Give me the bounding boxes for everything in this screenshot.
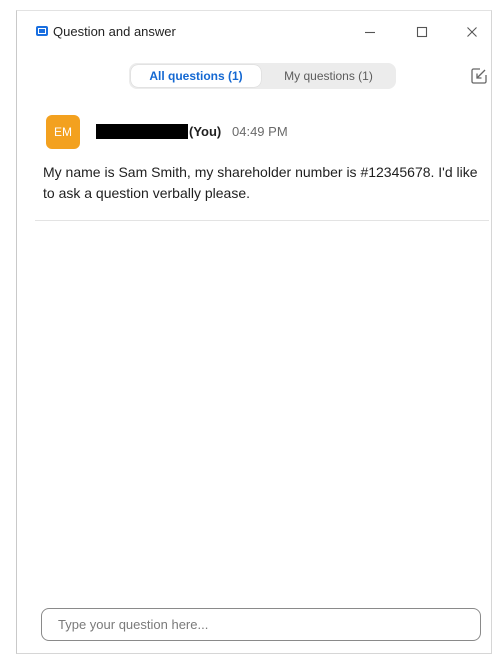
question-text: My name is Sam Smith, my shareholder num… [43,164,478,201]
divider [35,220,489,221]
question-timestamp: 04:49 PM [232,124,288,139]
maximize-button[interactable] [409,19,435,45]
question-input-box [41,608,481,641]
minimize-icon [365,31,375,34]
qa-window: Question and answer All questions (1) My… [16,10,492,654]
popout-icon [471,68,487,84]
avatar: EM [46,115,80,149]
question-input[interactable] [42,609,480,640]
tab-all-questions[interactable]: All questions (1) [131,65,261,87]
maximize-icon [416,26,428,38]
tab-my-questions[interactable]: My questions (1) [263,65,394,87]
title-bar: Question and answer [17,11,491,53]
question-filter-tabs: All questions (1) My questions (1) [129,63,396,89]
you-tag: (You) [189,124,222,139]
redacted-author-name [96,124,188,139]
popout-button[interactable] [469,66,489,86]
minimize-button[interactable] [357,19,383,45]
qa-app-icon [36,26,48,36]
close-icon [467,27,477,37]
window-title: Question and answer [53,24,176,39]
close-button[interactable] [459,19,485,45]
